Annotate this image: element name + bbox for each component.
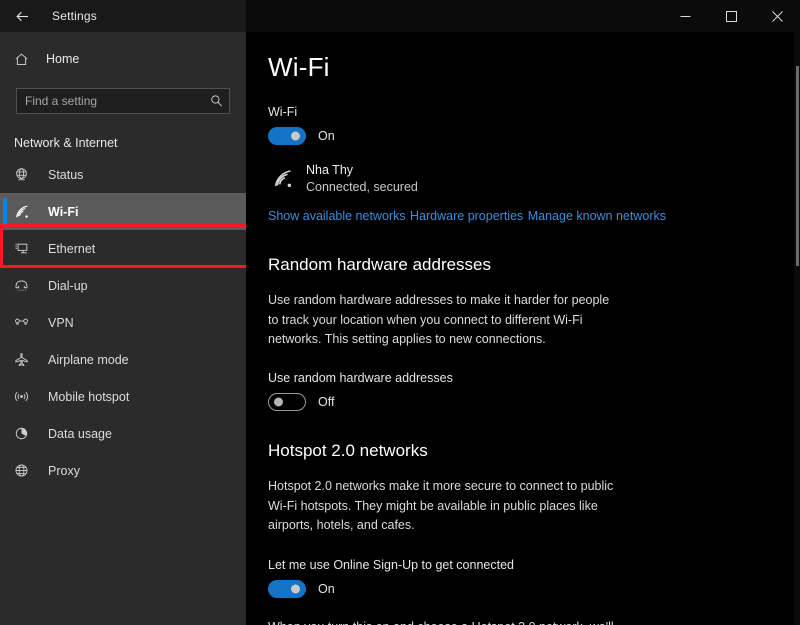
toggle-knob — [274, 398, 283, 407]
minimize-icon[interactable] — [662, 0, 708, 32]
search-box[interactable] — [16, 88, 230, 114]
sidebar-item-data-usage-label: Data usage — [48, 427, 112, 441]
back-arrow-icon[interactable] — [0, 0, 44, 32]
globe-status-icon — [14, 167, 40, 182]
sidebar-item-vpn[interactable]: VPN — [0, 304, 246, 341]
hotspot-toggle-row: On — [268, 580, 778, 598]
sidebar-item-proxy-label: Proxy — [48, 464, 80, 478]
toggle-knob — [291, 132, 300, 141]
sidebar-item-proxy[interactable]: Proxy — [0, 452, 246, 489]
maximize-icon[interactable] — [708, 0, 754, 32]
phone-handset-icon — [14, 278, 40, 293]
monitor-icon — [14, 241, 40, 256]
wifi-icon — [14, 204, 40, 220]
random-hardware-toggle-label: Use random hardware addresses — [268, 371, 778, 385]
window-controls — [662, 0, 800, 32]
sidebar-category-label: Network & Internet — [0, 136, 246, 150]
network-text: Nha Thy Connected, secured — [306, 163, 418, 195]
sidebar-item-dialup-label: Dial-up — [48, 279, 88, 293]
sidebar: Home Network & Internet Stat — [0, 32, 246, 625]
sidebar-item-airplane-mode[interactable]: Airplane mode — [0, 341, 246, 378]
wifi-toggle-row: On — [268, 127, 778, 145]
manage-known-networks-link[interactable]: Manage known networks — [528, 209, 666, 223]
vpn-icon — [14, 315, 40, 330]
sidebar-item-mobile-hotspot-label: Mobile hotspot — [48, 390, 129, 404]
page-title: Wi-Fi — [268, 52, 778, 83]
sidebar-home-label: Home — [46, 52, 79, 66]
airplane-icon — [14, 352, 40, 367]
sidebar-nav-list: Status Wi-Fi — [0, 156, 246, 489]
sidebar-item-status[interactable]: Status — [0, 156, 246, 193]
sidebar-item-ethernet-label: Ethernet — [48, 242, 95, 256]
wifi-toggle-state: On — [318, 129, 335, 143]
random-hardware-toggle[interactable] — [268, 393, 306, 411]
wifi-signal-icon — [268, 168, 298, 190]
wifi-toggle-label: Wi-Fi — [268, 105, 778, 119]
search-container — [16, 88, 230, 114]
search-icon[interactable] — [210, 95, 223, 108]
search-input[interactable] — [17, 89, 229, 113]
window-title: Settings — [52, 9, 97, 23]
network-status: Connected, secured — [306, 180, 418, 196]
main-scrollbar-track[interactable] — [794, 32, 800, 625]
sidebar-item-home[interactable]: Home — [0, 44, 246, 74]
sidebar-item-ethernet[interactable]: Ethernet — [0, 230, 246, 267]
random-hardware-toggle-state: Off — [318, 395, 334, 409]
toggle-knob — [291, 584, 300, 593]
hotspot-description: Hotspot 2.0 networks make it more secure… — [268, 477, 623, 535]
random-hardware-addresses-description: Use random hardware addresses to make it… — [268, 291, 623, 349]
main-content: Wi-Fi Wi-Fi On Nha Thy — [246, 32, 800, 625]
pie-chart-icon — [14, 426, 40, 441]
connected-network-row[interactable]: Nha Thy Connected, secured — [268, 163, 778, 195]
hotspot-toggle[interactable] — [268, 580, 306, 598]
hardware-properties-link[interactable]: Hardware properties — [410, 209, 523, 223]
sidebar-item-mobile-hotspot[interactable]: Mobile hotspot — [0, 378, 246, 415]
sidebar-item-vpn-label: VPN — [48, 316, 74, 330]
hotspot-toggle-state: On — [318, 582, 335, 596]
settings-window: Settings Home — [0, 0, 800, 625]
sidebar-item-status-label: Status — [48, 168, 83, 182]
sidebar-item-dialup[interactable]: Dial-up — [0, 267, 246, 304]
sidebar-item-airplane-mode-label: Airplane mode — [48, 353, 129, 367]
selection-accent-bar — [3, 198, 7, 225]
sidebar-item-wifi-label: Wi-Fi — [48, 205, 78, 219]
hotspot-footer-text: When you turn this on and choose a Hotsp… — [268, 618, 623, 625]
title-bar-drag-region — [246, 0, 662, 32]
sidebar-item-data-usage[interactable]: Data usage — [0, 415, 246, 452]
broadcast-icon — [14, 389, 40, 404]
globe-icon — [14, 463, 40, 478]
title-bar: Settings — [0, 0, 800, 32]
close-icon[interactable] — [754, 0, 800, 32]
show-available-networks-link[interactable]: Show available networks — [268, 209, 406, 223]
random-hardware-addresses-title: Random hardware addresses — [268, 255, 778, 275]
sidebar-item-wifi[interactable]: Wi-Fi — [0, 193, 246, 230]
hotspot-title: Hotspot 2.0 networks — [268, 441, 778, 461]
random-hardware-toggle-row: Off — [268, 393, 778, 411]
hotspot-toggle-label: Let me use Online Sign-Up to get connect… — [268, 558, 778, 572]
network-name: Nha Thy — [306, 163, 418, 179]
wifi-toggle[interactable] — [268, 127, 306, 145]
home-icon — [14, 52, 38, 67]
title-bar-left: Settings — [0, 0, 246, 32]
main-scrollbar-thumb[interactable] — [796, 66, 799, 266]
